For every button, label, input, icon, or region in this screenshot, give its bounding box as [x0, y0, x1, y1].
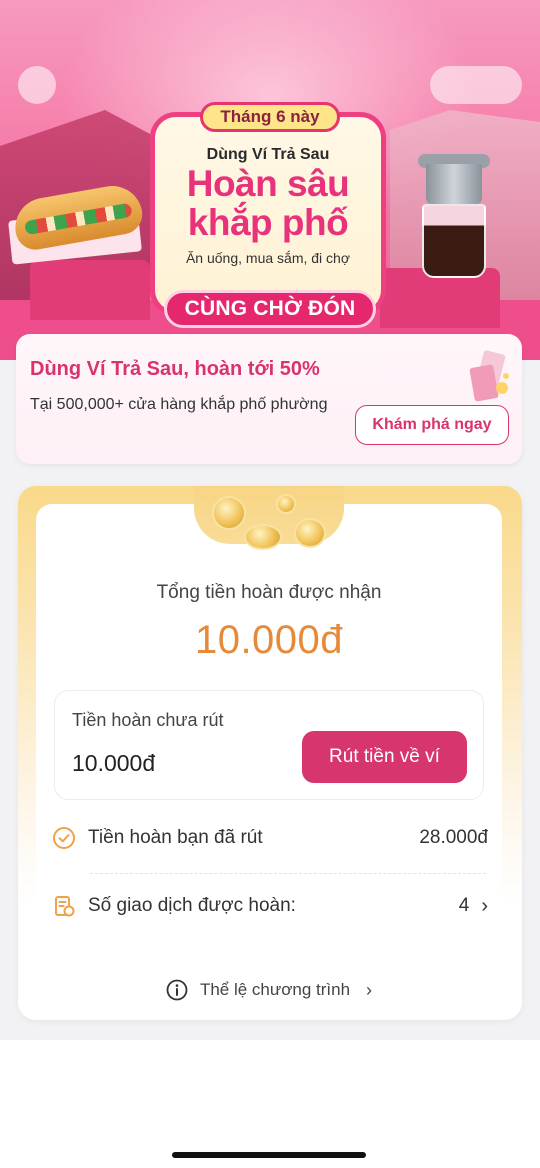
- promo-title: Dùng Ví Trả Sau, hoàn tới 50%: [30, 358, 320, 380]
- program-rules-label: Thể lệ chương trình: [199, 980, 351, 999]
- banner-headline-2: khắp phố: [187, 202, 349, 243]
- money-gift-icon: [469, 350, 509, 402]
- dashed-divider: [90, 873, 486, 874]
- banner-cta-button[interactable]: CÙNG CHỜ ĐÓN: [164, 290, 376, 328]
- explore-now-button[interactable]: Khám phá ngay: [355, 405, 509, 445]
- total-cashback-label: Tổng tiền hoàn được nhận: [156, 582, 382, 603]
- withdrawn-label: Tiền hoàn bạn đã rút: [88, 827, 263, 848]
- coin-icon: [294, 518, 326, 548]
- transactions-count: 4: [458, 895, 470, 916]
- transactions-label: Số giao dịch được hoàn:: [88, 895, 296, 916]
- chevron-right-icon: ›: [366, 979, 373, 1000]
- pending-cashback-label: Tiền hoàn chưa rút: [72, 710, 224, 730]
- page-bottom-area: [0, 1040, 540, 1168]
- back-button[interactable]: [18, 66, 56, 104]
- phin-coffee-illustration: [412, 150, 496, 280]
- chevron-right-icon: ›: [481, 894, 488, 917]
- stool-left-illustration: [30, 260, 150, 320]
- pending-cashback-amount: 10.000đ: [72, 750, 156, 776]
- coin-icon: [212, 496, 246, 530]
- promo-description: Tại 500,000+ cửa hàng khắp phố phường: [30, 396, 328, 413]
- info-icon: [166, 979, 188, 1001]
- withdrawn-amount: 28.000đ: [419, 827, 488, 848]
- banner-headline: Hoàn sâu khắp phố: [150, 164, 386, 242]
- coin-icon: [276, 494, 296, 514]
- program-rules-link[interactable]: Thể lệ chương trình ›: [36, 970, 502, 1010]
- home-indicator[interactable]: [172, 1152, 366, 1158]
- total-cashback-amount: 10.000đ: [194, 618, 344, 662]
- transactions-row[interactable]: Số giao dịch được hoàn: 4 ›: [52, 886, 488, 926]
- banner-subline: Ăn uống, mua sắm, đi chợ: [185, 250, 351, 266]
- promo-card: Dùng Ví Trả Sau, hoàn tới 50% Tại 500,00…: [16, 334, 522, 464]
- mini-app-menu-pill[interactable]: [430, 66, 522, 104]
- banner-line1: Dùng Ví Trả Sau: [206, 146, 330, 163]
- receipt-icon: [55, 896, 75, 917]
- banner-tag: Tháng 6 này: [200, 102, 340, 132]
- check-circle-icon: [53, 827, 75, 849]
- withdraw-to-wallet-button[interactable]: Rút tiền về ví: [302, 731, 467, 783]
- coin-icon: [244, 524, 282, 550]
- withdrawn-row: Tiền hoàn bạn đã rút 28.000đ: [52, 818, 488, 858]
- banner-headline-1: Hoàn sâu: [186, 163, 350, 204]
